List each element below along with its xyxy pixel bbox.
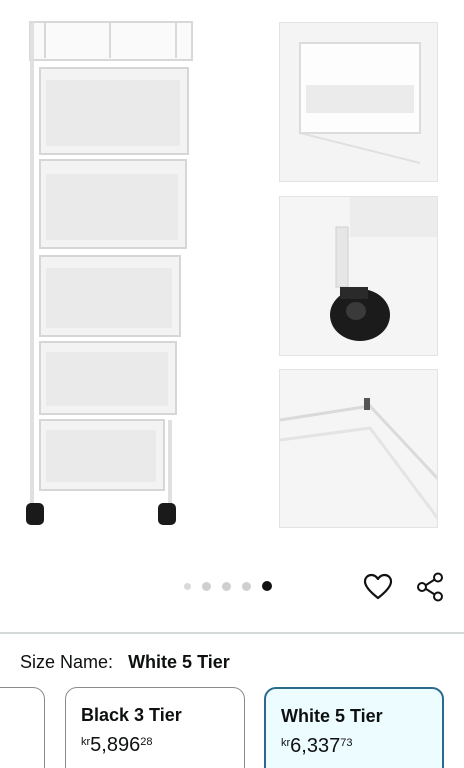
option-price: kr6,33773 xyxy=(281,735,352,758)
price-fraction: 28 xyxy=(140,736,153,748)
product-image-gallery xyxy=(0,0,464,560)
size-option-white-5-tier-selected[interactable]: White 5 Tier kr6,33773 xyxy=(264,687,444,768)
thumbnail-basket[interactable] xyxy=(279,22,438,182)
main-product-image[interactable] xyxy=(0,0,260,545)
variation-header: Size Name: White 5 Tier xyxy=(20,652,230,673)
carousel-dot-active[interactable] xyxy=(262,581,272,591)
carousel-indicator xyxy=(184,581,272,591)
option-name: White 5 Tier xyxy=(281,706,383,726)
variation-selected-value: White 5 Tier xyxy=(128,652,230,672)
carousel-dot[interactable] xyxy=(242,581,251,591)
thumbnail-tray[interactable] xyxy=(279,369,438,528)
thumbnail-wheel[interactable] xyxy=(279,196,438,356)
variation-label: Size Name: xyxy=(20,652,114,672)
carousel-dot[interactable] xyxy=(184,582,191,590)
price-whole: 6,337 xyxy=(290,735,341,757)
heart-icon xyxy=(363,573,393,600)
wishlist-button[interactable] xyxy=(363,573,393,601)
price-whole: 5,896 xyxy=(90,734,141,756)
share-icon xyxy=(417,572,443,602)
price-currency: kr xyxy=(81,736,91,748)
price-currency: kr xyxy=(281,737,291,749)
option-name: Black 3 Tier xyxy=(81,705,182,725)
size-option-black-3-tier[interactable]: Black 3 Tier kr5,89628 xyxy=(65,687,245,768)
carousel-dot[interactable] xyxy=(202,581,211,591)
size-option-card-previous[interactable] xyxy=(0,687,45,768)
carousel-dot[interactable] xyxy=(222,581,231,591)
share-button[interactable] xyxy=(415,572,445,602)
option-price: kr5,89628 xyxy=(81,734,152,757)
section-divider xyxy=(0,632,464,634)
price-fraction: 73 xyxy=(340,737,353,749)
